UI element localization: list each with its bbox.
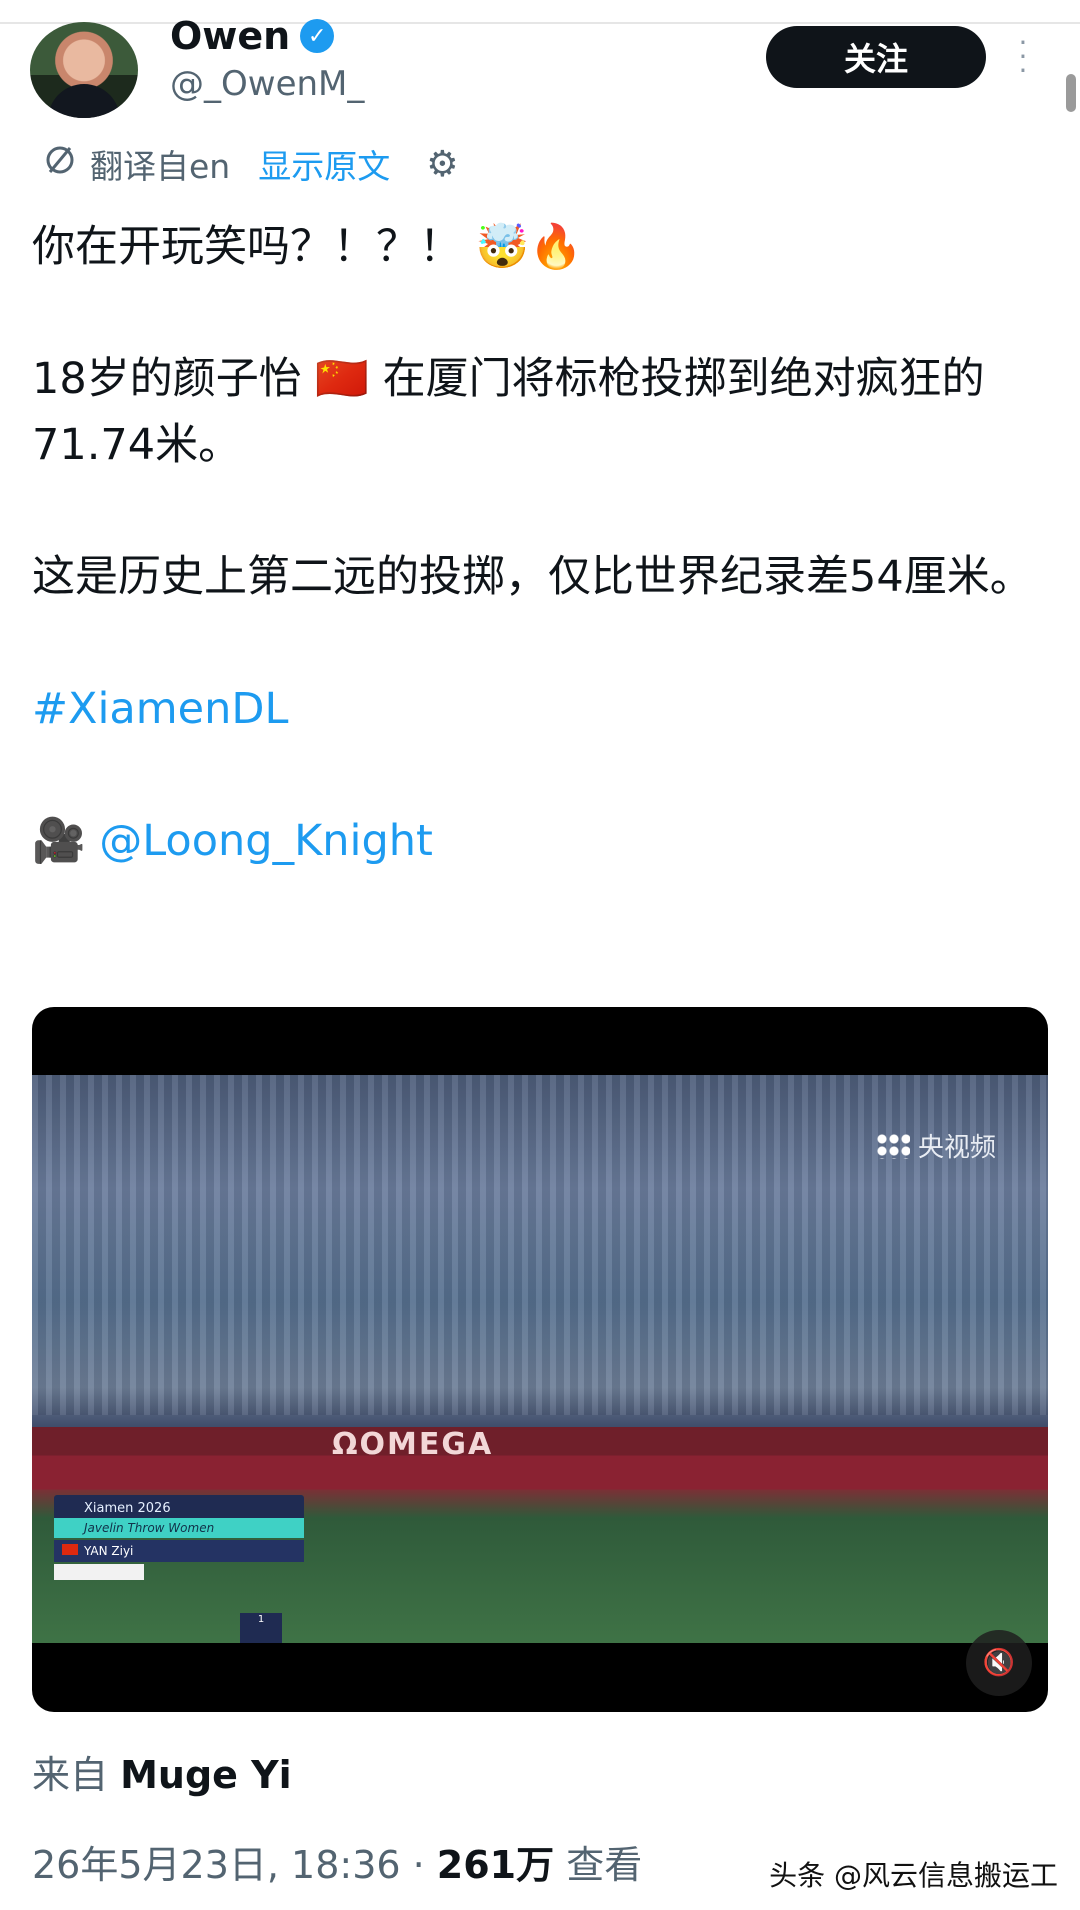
overlay-event: Xiamen 2026 [54, 1495, 304, 1518]
author-name-row[interactable]: Owen ✓ [170, 14, 335, 58]
china-flag-emoji: 🇨🇳 [315, 354, 369, 404]
volume-mute-icon[interactable]: 🔇 [966, 1630, 1032, 1696]
platform-credit: 头条 @风云信息搬运工 [769, 1859, 1058, 1892]
source-name[interactable]: Muge Yi [120, 1753, 292, 1797]
translate-icon [42, 142, 78, 186]
show-original-link[interactable]: 显示原文 [258, 140, 390, 188]
stadium-crowd [32, 1075, 1048, 1415]
mention-link[interactable]: @Loong_Knight [99, 816, 433, 866]
hashtag-link[interactable]: #XiamenDL [32, 676, 1052, 742]
more-vertical-icon[interactable]: · · · [1018, 29, 1028, 85]
overlay-rank: 1 [240, 1613, 282, 1643]
translated-from-label: 翻译自en [90, 147, 231, 186]
score-overlay: Xiamen 2026 Javelin Throw Women YAN Ziyi… [54, 1495, 304, 1643]
gear-icon[interactable]: ⚙ [426, 144, 458, 185]
video-watermark: 央视频 [875, 1127, 996, 1164]
watermark-logo-icon [875, 1132, 910, 1159]
avatar[interactable] [30, 22, 138, 118]
top-divider [0, 0, 1080, 24]
follow-button[interactable]: 关注 [766, 26, 986, 88]
tweet-paragraph-2: 18岁的颜子怡 🇨🇳 在厦门将标枪投掷到绝对疯狂的71.74米。 [32, 354, 985, 470]
verified-check-icon: ✓ [300, 19, 335, 53]
scrollbar[interactable] [1066, 74, 1076, 112]
translation-bar: 翻译自en 显示原文 ⚙ [42, 140, 459, 188]
sponsor-banner: ΩOMEGA [332, 1427, 494, 1462]
tweet-line-1: 你在开玩笑吗？！？！ 🤯🔥 [32, 222, 583, 272]
author-name[interactable]: Owen [170, 14, 290, 58]
tweet-body: 你在开玩笑吗？！？！ 🤯🔥 18岁的颜子怡 🇨🇳 在厦门将标枪投掷到绝对疯狂的7… [32, 214, 1052, 874]
timestamp[interactable]: 26年5月23日, 18:36 · [32, 1843, 437, 1887]
camera-emoji: 🎥 [32, 816, 86, 866]
tweet-paragraph-3: 这是历史上第二远的投掷，仅比世界纪录差54厘米。 [32, 552, 1033, 602]
view-count: 261万 [436, 1843, 555, 1887]
credit-line: 🎥 @Loong_Knight [32, 808, 1052, 874]
overlay-discipline: Javelin Throw Women [54, 1518, 304, 1538]
tweet-meta: 26年5月23日, 18:36 · 261万 查看 [32, 1843, 643, 1887]
flag-icon [62, 1544, 78, 1555]
video-frame: ΩOMEGA 央视频 Xiamen 2026 Javelin Throw Wom… [32, 1075, 1048, 1643]
source-line: 来自 Muge Yi [32, 1753, 292, 1797]
video-player[interactable]: ΩOMEGA 央视频 Xiamen 2026 Javelin Throw Wom… [32, 1007, 1048, 1712]
author-handle[interactable]: @_OwenM_ [170, 64, 364, 104]
overlay-result-bar [54, 1564, 144, 1580]
overlay-athlete: YAN Ziyi [54, 1540, 304, 1562]
